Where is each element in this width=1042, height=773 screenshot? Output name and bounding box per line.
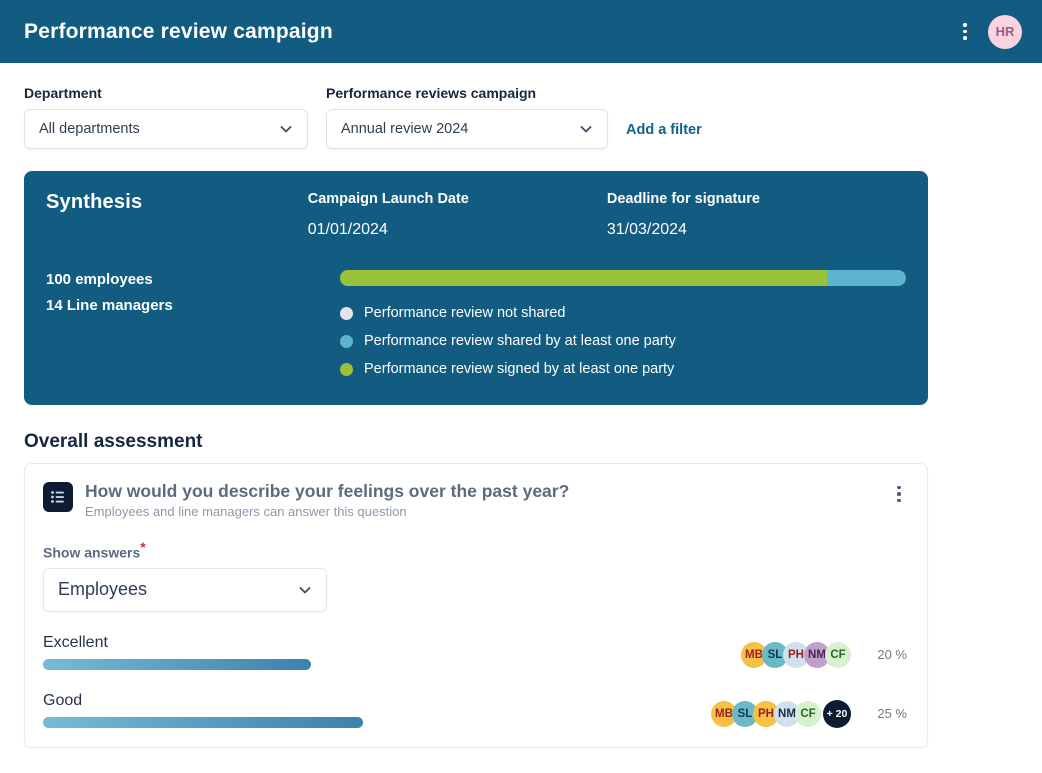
legend-item-not-shared: Performance review not shared	[340, 299, 906, 327]
answer-bar	[43, 659, 311, 670]
kebab-dot	[897, 499, 901, 503]
list-icon	[43, 482, 73, 512]
launch-date-value: 01/01/2024	[308, 221, 607, 239]
synthesis-title: Synthesis	[46, 191, 308, 239]
legend-dot-signed	[340, 363, 353, 376]
answer-percentage: 25 %	[869, 706, 907, 721]
department-filter: Department All departments	[24, 85, 308, 149]
department-select[interactable]: All departments	[24, 109, 308, 149]
employees-count: 100 employees	[46, 267, 340, 293]
kebab-dot	[963, 30, 967, 34]
chevron-down-icon	[298, 583, 312, 597]
app-header: Performance review campaign HR	[0, 0, 1042, 63]
kebab-dot	[897, 492, 901, 496]
avatar-overflow-count[interactable]: + 20	[823, 700, 851, 728]
legend-dot-not-shared	[340, 307, 353, 320]
legend-label-signed: Performance review signed by at least on…	[364, 361, 674, 377]
question-subtitle: Employees and line managers can answer t…	[85, 504, 889, 519]
legend-label-shared: Performance review shared by at least on…	[364, 333, 676, 349]
kebab-dot	[897, 486, 901, 490]
avatar[interactable]: CF	[795, 701, 821, 727]
launch-date-label: Campaign Launch Date	[308, 191, 607, 207]
progress-segment-signed	[340, 270, 827, 286]
required-asterisk: *	[140, 539, 145, 555]
deadline-label: Deadline for signature	[607, 191, 906, 207]
show-answers-label: Show answers*	[43, 539, 909, 561]
launch-date-block: Campaign Launch Date 01/01/2024	[308, 191, 607, 239]
kebab-dot	[963, 23, 967, 27]
answer-avatar-stack: MBSLPHNMCF+ 20	[711, 700, 851, 728]
show-answers-select-value: Employees	[58, 579, 298, 600]
question-card: How would you describe your feelings ove…	[24, 463, 928, 748]
avatar[interactable]: CF	[825, 642, 851, 668]
show-answers-label-text: Show answers	[43, 545, 140, 561]
answer-meta: MBSLPHNMCF 20 %	[741, 642, 907, 668]
overall-assessment-title: Overall assessment	[24, 431, 1042, 453]
show-answers-select[interactable]: Employees	[43, 568, 327, 612]
chevron-down-icon	[579, 122, 593, 136]
department-label: Department	[24, 85, 308, 101]
synthesis-progress-area: Performance review not shared Performanc…	[340, 267, 906, 383]
answer-row-excellent: Excellent MBSLPHNMCF 20 %	[43, 634, 909, 692]
synthesis-counts: 100 employees 14 Line managers	[46, 267, 340, 383]
answer-list: Excellent MBSLPHNMCF 20 % Good MBSLPHNMC…	[43, 634, 909, 750]
answer-percentage: 20 %	[869, 647, 907, 662]
question-header: How would you describe your feelings ove…	[43, 480, 909, 519]
answer-row-good: Good MBSLPHNMCF+ 20 25 %	[43, 692, 909, 750]
question-texts: How would you describe your feelings ove…	[85, 480, 889, 519]
deadline-value: 31/03/2024	[607, 221, 906, 239]
legend-dot-shared	[340, 335, 353, 348]
legend-item-signed: Performance review signed by at least on…	[340, 355, 906, 383]
campaign-filter: Performance reviews campaign Annual revi…	[326, 85, 608, 149]
answer-bar	[43, 717, 363, 728]
avatar[interactable]: HR	[988, 15, 1022, 49]
campaign-label: Performance reviews campaign	[326, 85, 608, 101]
kebab-dot	[963, 36, 967, 40]
progress-legend: Performance review not shared Performanc…	[340, 299, 906, 383]
line-managers-count: 14 Line managers	[46, 293, 340, 319]
header-actions: HR	[956, 15, 1022, 49]
synthesis-card: Synthesis Campaign Launch Date 01/01/202…	[24, 171, 928, 405]
add-filter-button[interactable]: Add a filter	[626, 122, 702, 138]
kebab-menu-icon[interactable]	[956, 21, 974, 43]
answer-avatar-stack: MBSLPHNMCF	[741, 642, 851, 668]
filter-bar: Department All departments Performance r…	[0, 63, 1042, 149]
legend-item-shared: Performance review shared by at least on…	[340, 327, 906, 355]
campaign-select-value: Annual review 2024	[341, 121, 579, 137]
page-title: Performance review campaign	[24, 20, 956, 44]
synthesis-header: Synthesis Campaign Launch Date 01/01/202…	[46, 191, 906, 239]
deadline-block: Deadline for signature 31/03/2024	[607, 191, 906, 239]
answer-meta: MBSLPHNMCF+ 20 25 %	[711, 700, 907, 728]
question-kebab-menu-icon[interactable]	[889, 482, 909, 506]
legend-label-not-shared: Performance review not shared	[364, 305, 566, 321]
question-title: How would you describe your feelings ove…	[85, 480, 889, 502]
campaign-select[interactable]: Annual review 2024	[326, 109, 608, 149]
campaign-progress-bar	[340, 270, 906, 286]
synthesis-body: 100 employees 14 Line managers Performan…	[46, 267, 906, 383]
chevron-down-icon	[279, 122, 293, 136]
department-select-value: All departments	[39, 121, 279, 137]
